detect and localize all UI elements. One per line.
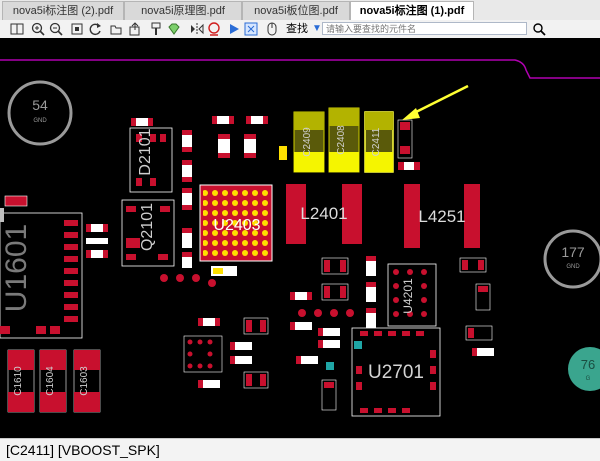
mirror-icon[interactable] (190, 22, 204, 36)
hole-sub: GND (566, 264, 580, 270)
paint-brush-icon[interactable] (149, 22, 163, 36)
tab-bar: nova5i标注图 (2).pdf nova5i原理图.pdf nova5i板位… (0, 0, 600, 21)
select-area-icon[interactable] (244, 22, 258, 36)
passive-c2406[interactable] (397, 119, 413, 159)
hole-label: 177 (561, 244, 585, 260)
svg-text:Q2101: Q2101 (139, 203, 156, 251)
passive-row-top[interactable] (212, 116, 287, 160)
search-label: 查找 (286, 23, 308, 35)
inductor-l2401[interactable]: L2401 (286, 184, 362, 244)
passive-c2102[interactable] (131, 118, 153, 126)
chip-u2701[interactable]: U2701 (351, 327, 441, 417)
svg-text:L4251: L4251 (418, 207, 465, 226)
search-icon[interactable] (532, 22, 546, 36)
svg-text:D2101: D2101 (137, 128, 154, 175)
mounting-hole-177[interactable]: 177 GND (543, 229, 600, 289)
tab-nova5i-schematic[interactable]: nova5i原理图.pdf (124, 1, 242, 20)
hole-sub: G (586, 376, 591, 382)
pcb-board-canvas[interactable]: 54 GND 177 GND 76 G U1601 D2101 Q2101 U2… (0, 38, 600, 438)
tab-nova5i-annotation-1[interactable]: nova5i标注图 (1).pdf (350, 1, 474, 21)
status-text: [C2411] [VBOOST_SPK] (6, 442, 160, 458)
passive-c2402[interactable] (321, 257, 349, 275)
zoom-in-icon[interactable] (31, 22, 45, 36)
side-panel-handle[interactable] (0, 208, 4, 222)
capacitor-c1604[interactable]: C1604 (39, 349, 67, 413)
svg-text:C2408: C2408 (336, 125, 347, 155)
annotation-arrow (402, 84, 469, 120)
svg-text:U2701: U2701 (368, 362, 424, 383)
chip-u1601[interactable]: U1601 (0, 195, 83, 339)
capacitor-c1610[interactable]: C1610 (7, 349, 35, 413)
board-outline (0, 59, 600, 79)
passive-c4203[interactable] (321, 283, 349, 301)
hole-sub: GND (33, 118, 47, 124)
svg-text:C2409: C2409 (302, 127, 313, 157)
svg-text:C1603: C1603 (79, 366, 90, 396)
panel-layout-icon[interactable] (10, 22, 24, 36)
passive-column-mid[interactable] (366, 256, 376, 328)
chip-u4201[interactable]: U4201 (387, 263, 437, 327)
passive-c1611[interactable] (86, 224, 108, 232)
tab-nova5i-board-layout[interactable]: nova5i板位图.pdf (242, 1, 350, 20)
passive-r1608[interactable] (86, 250, 108, 258)
inductor-l4251[interactable]: L4251 (404, 184, 480, 248)
play-icon[interactable] (227, 22, 241, 36)
capacitor-c2409[interactable]: C2409 (293, 111, 325, 173)
export-icon[interactable] (128, 22, 142, 36)
fit-page-icon[interactable] (70, 22, 84, 36)
capacitor-c1603[interactable]: C1603 (73, 349, 101, 413)
mounting-hole-76[interactable]: 76 G (568, 347, 600, 391)
search-dropdown-icon[interactable]: ▼ (312, 22, 322, 36)
diode-d2101[interactable]: D2101 (129, 127, 173, 193)
svg-text:U2403: U2403 (213, 217, 260, 234)
passive-under-c2406[interactable] (398, 162, 420, 170)
svg-text:C1610: C1610 (13, 366, 24, 396)
capacitor-c2408[interactable]: C2408 (328, 107, 360, 173)
svg-text:C2411: C2411 (371, 127, 382, 156)
search-input[interactable] (322, 22, 527, 35)
transistor-q2101[interactable]: Q2101 (121, 199, 175, 267)
gem-icon[interactable] (167, 22, 181, 36)
toolbar: 查找 ▼ (0, 20, 600, 39)
mounting-hole-54[interactable]: 54 GND (7, 80, 73, 146)
svg-text:U4201: U4201 (401, 278, 415, 314)
passive-r1612[interactable] (86, 238, 108, 244)
highlight-net-icon[interactable] (207, 22, 221, 36)
rotate-icon[interactable] (88, 22, 102, 36)
svg-text:U1601: U1601 (0, 224, 33, 312)
capacitor-c2411-selected[interactable]: C2411 (364, 111, 394, 173)
zoom-out-icon[interactable] (49, 22, 63, 36)
passive-right-column[interactable] (459, 257, 494, 356)
tab-nova5i-annotation-2[interactable]: nova5i标注图 (2).pdf (2, 1, 124, 20)
passive-r4212[interactable] (290, 292, 312, 300)
status-bar: [C2411] [VBOOST_SPK] (0, 438, 600, 461)
hole-label: 54 (32, 97, 48, 113)
mouse-icon[interactable] (265, 22, 279, 36)
chip-u2003[interactable] (183, 335, 223, 373)
chip-u2403[interactable]: U2403 (199, 184, 273, 262)
passive-column-1[interactable] (182, 130, 192, 268)
open-file-icon[interactable] (109, 22, 123, 36)
svg-text:L2401: L2401 (300, 204, 347, 223)
hole-label: 76 (581, 357, 595, 372)
svg-text:C1604: C1604 (45, 366, 56, 396)
